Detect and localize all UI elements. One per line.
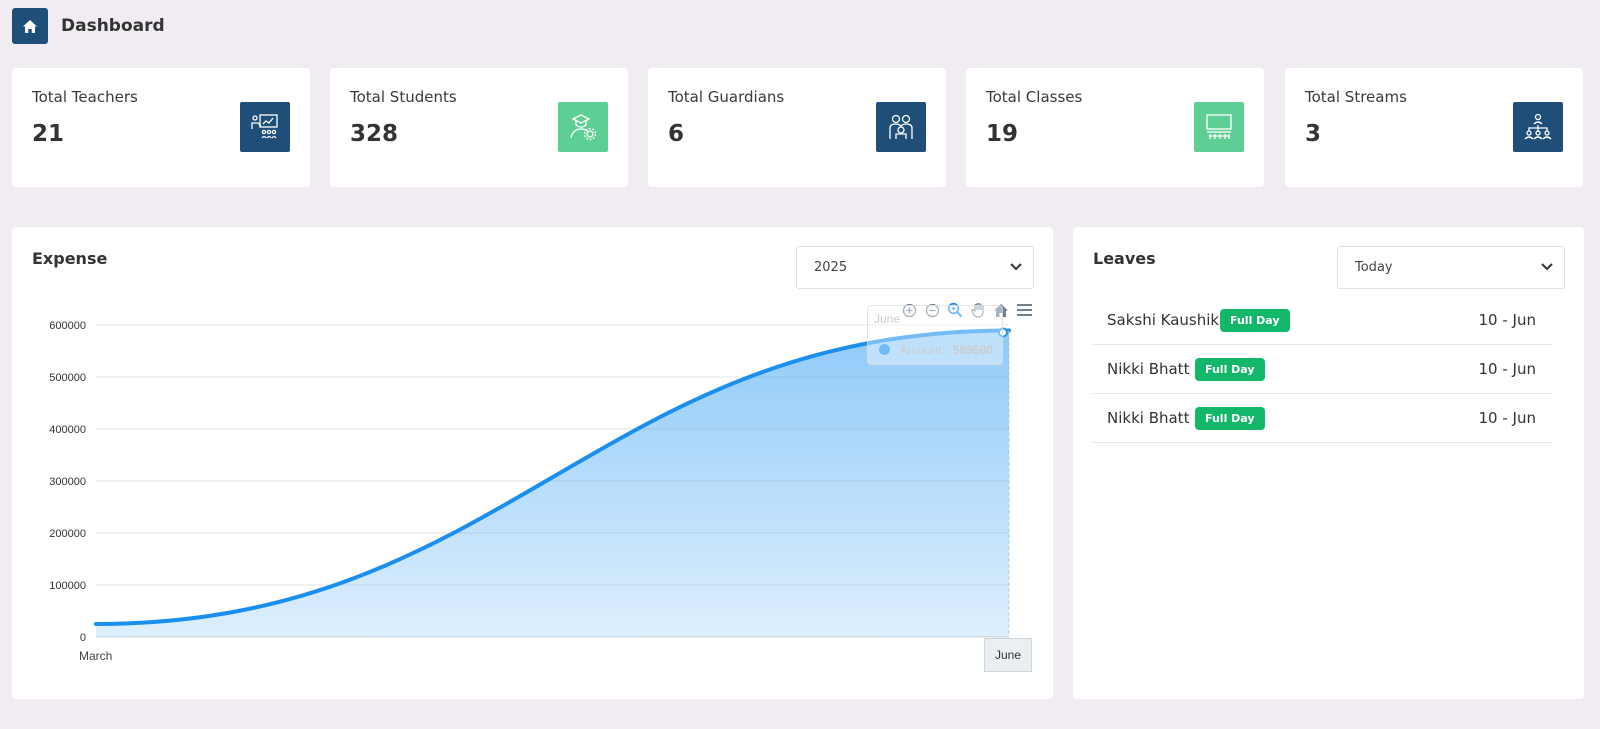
tooltip-series-name: Amount:	[900, 343, 945, 357]
stat-label: Total Streams	[1305, 88, 1407, 106]
leaves-title: Leaves	[1093, 249, 1156, 268]
guardians-icon	[876, 102, 926, 152]
xaxis-crosshair-label: June	[984, 638, 1032, 672]
leaves-filter-value: Today	[1355, 260, 1393, 275]
leave-date: 10 - Jun	[1478, 311, 1536, 329]
home-button[interactable]	[12, 8, 48, 44]
stat-card-streams[interactable]: Total Streams 3	[1285, 68, 1583, 187]
menu-icon[interactable]	[1015, 301, 1033, 319]
leave-row[interactable]: Nikki Bhatt Full Day 10 - Jun	[1092, 345, 1553, 394]
leave-employee-name: Nikki Bhatt	[1107, 360, 1190, 378]
chevron-down-icon	[1010, 263, 1022, 271]
leave-date: 10 - Jun	[1478, 360, 1536, 378]
student-graduate-icon	[558, 102, 608, 152]
year-select[interactable]: 2025	[796, 246, 1034, 289]
tooltip-title: June	[874, 312, 901, 326]
leave-employee-name: Nikki Bhatt	[1107, 409, 1190, 427]
home-icon	[23, 19, 37, 33]
stat-label: Total Teachers	[32, 88, 138, 106]
tooltip-marker-icon	[879, 344, 890, 355]
stat-label: Total Guardians	[668, 88, 785, 106]
tooltip-value: 589500	[953, 343, 994, 357]
teacher-board-icon	[240, 102, 290, 152]
page-header: Dashboard	[12, 8, 165, 44]
stat-card-guardians[interactable]: Total Guardians 6	[648, 68, 946, 187]
chevron-down-icon	[1541, 263, 1553, 271]
stat-card-classes[interactable]: Total Classes 19	[966, 68, 1264, 187]
leave-row[interactable]: Sakshi Kaushik Full Day 10 - Jun	[1092, 296, 1553, 345]
hierarchy-icon	[1513, 102, 1563, 152]
stat-label: Total Classes	[986, 88, 1083, 106]
stat-value: 21	[32, 121, 65, 147]
stat-value: 328	[350, 121, 399, 147]
leave-type-badge: Full Day	[1195, 358, 1265, 381]
classroom-icon	[1194, 102, 1244, 152]
stat-value: 3	[1305, 121, 1322, 147]
expense-panel: Expense 2025	[12, 227, 1053, 699]
page-title: Dashboard	[61, 16, 165, 36]
year-select-value: 2025	[814, 260, 848, 275]
chart-tooltip: June Amount: 589500	[867, 305, 1003, 365]
leaves-filter-select[interactable]: Today	[1337, 246, 1565, 289]
stat-card-students[interactable]: Total Students 328	[330, 68, 628, 187]
leave-date: 10 - Jun	[1478, 409, 1536, 427]
expense-title: Expense	[32, 249, 108, 268]
stat-card-teachers[interactable]: Total Teachers 21	[12, 68, 310, 187]
stat-value: 19	[986, 121, 1019, 147]
leave-employee-name: Sakshi Kaushik	[1107, 311, 1220, 329]
stat-value: 6	[668, 121, 685, 147]
stat-label: Total Students	[350, 88, 457, 106]
leave-row[interactable]: Nikki Bhatt Full Day 10 - Jun	[1092, 394, 1553, 443]
leave-type-badge: Full Day	[1220, 309, 1290, 332]
leave-type-badge: Full Day	[1195, 407, 1265, 430]
